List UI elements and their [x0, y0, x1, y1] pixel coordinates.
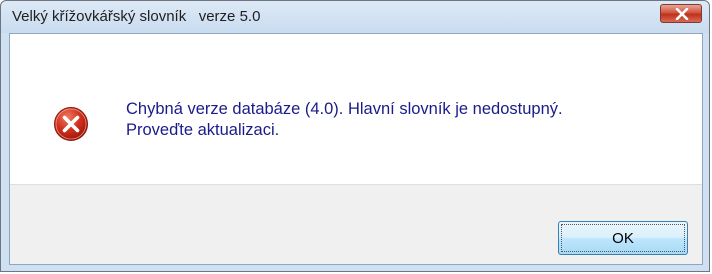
error-message: Chybná verze databáze (4.0). Hlavní slov…: [126, 99, 686, 141]
message-line-1: Chybná verze databáze (4.0). Hlavní slov…: [126, 100, 563, 118]
dialog-content: Chybná verze databáze (4.0). Hlavní slov…: [9, 33, 703, 265]
close-icon: [675, 8, 689, 20]
message-area: Chybná verze databáze (4.0). Hlavní slov…: [10, 34, 702, 184]
ok-button-label: OK: [561, 224, 685, 252]
message-dialog: Velký křížovkářský slovník verze 5.0 Chy…: [0, 0, 710, 272]
window-title: Velký křížovkářský slovník verze 5.0: [12, 8, 261, 25]
ok-button[interactable]: OK: [558, 221, 688, 255]
button-bar: OK: [10, 184, 702, 264]
error-icon: [54, 107, 88, 141]
title-bar[interactable]: Velký křížovkářský slovník verze 5.0: [1, 1, 709, 33]
close-button[interactable]: [660, 4, 702, 23]
message-line-2: Proveďte aktualizaci.: [126, 121, 280, 139]
